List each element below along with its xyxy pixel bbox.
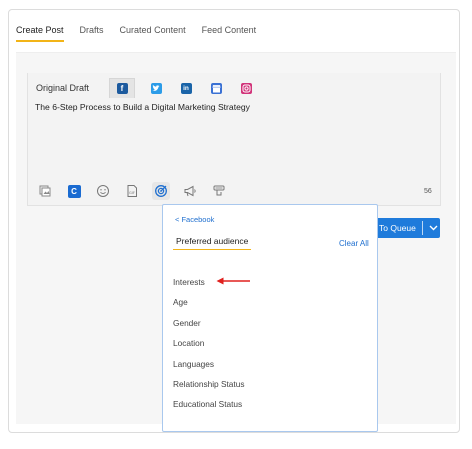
option-location[interactable]: Location: [173, 337, 245, 357]
queue-button-label: To Queue: [379, 223, 416, 233]
clear-all-button[interactable]: Clear All: [339, 239, 369, 248]
tab-linkedin[interactable]: in: [177, 78, 195, 98]
character-count: 56: [424, 188, 432, 195]
instagram-icon: [240, 82, 252, 94]
tab-curated-content[interactable]: Curated Content: [120, 20, 186, 42]
tab-drafts[interactable]: Drafts: [80, 20, 104, 42]
megaphone-icon[interactable]: [181, 182, 199, 200]
tab-instagram[interactable]: [237, 78, 255, 98]
tab-original-draft[interactable]: Original Draft: [28, 78, 97, 98]
tab-feed-content[interactable]: Feed Content: [202, 20, 257, 42]
gif-icon[interactable]: GIF: [123, 182, 141, 200]
twitter-icon: [150, 82, 162, 94]
post-text[interactable]: The 6-Step Process to Build a Digital Ma…: [35, 102, 250, 112]
top-tabs: Create Post Drafts Curated Content Feed …: [16, 20, 272, 44]
option-languages[interactable]: Languages: [173, 358, 245, 378]
option-relationship-status[interactable]: Relationship Status: [173, 378, 245, 398]
canva-icon[interactable]: C: [65, 182, 83, 200]
targeting-icon[interactable]: [152, 182, 170, 200]
media-library-icon[interactable]: [36, 182, 54, 200]
option-educational-status[interactable]: Educational Status: [173, 398, 245, 418]
google-my-business-icon: [210, 82, 222, 94]
preferred-audience-heading: Preferred audience: [173, 236, 252, 250]
button-divider: [421, 221, 423, 235]
red-arrow-annotation: [216, 277, 250, 285]
option-gender[interactable]: Gender: [173, 317, 245, 337]
editor-toolbar: C GIF: [36, 182, 239, 200]
tab-twitter[interactable]: [147, 78, 165, 98]
tab-create-post[interactable]: Create Post: [16, 20, 64, 42]
chevron-down-icon[interactable]: [429, 223, 438, 233]
audience-options-list: Interests Age Gender Location Languages …: [173, 276, 245, 419]
tab-facebook[interactable]: f: [109, 78, 136, 98]
audience-targeting-dropdown: < Facebook Preferred audience Clear All …: [162, 204, 378, 432]
facebook-icon: f: [116, 83, 128, 94]
back-to-facebook-link[interactable]: < Facebook: [175, 215, 214, 224]
add-to-queue-button[interactable]: To Queue: [375, 218, 440, 238]
emoji-icon[interactable]: [94, 182, 112, 200]
hashtag-icon[interactable]: [210, 182, 228, 200]
tab-google-my-business[interactable]: [207, 78, 225, 98]
svg-text:GIF: GIF: [129, 191, 135, 195]
linkedin-icon: in: [180, 82, 192, 94]
option-age[interactable]: Age: [173, 296, 245, 316]
network-tabs: Original Draft f in: [28, 78, 267, 98]
